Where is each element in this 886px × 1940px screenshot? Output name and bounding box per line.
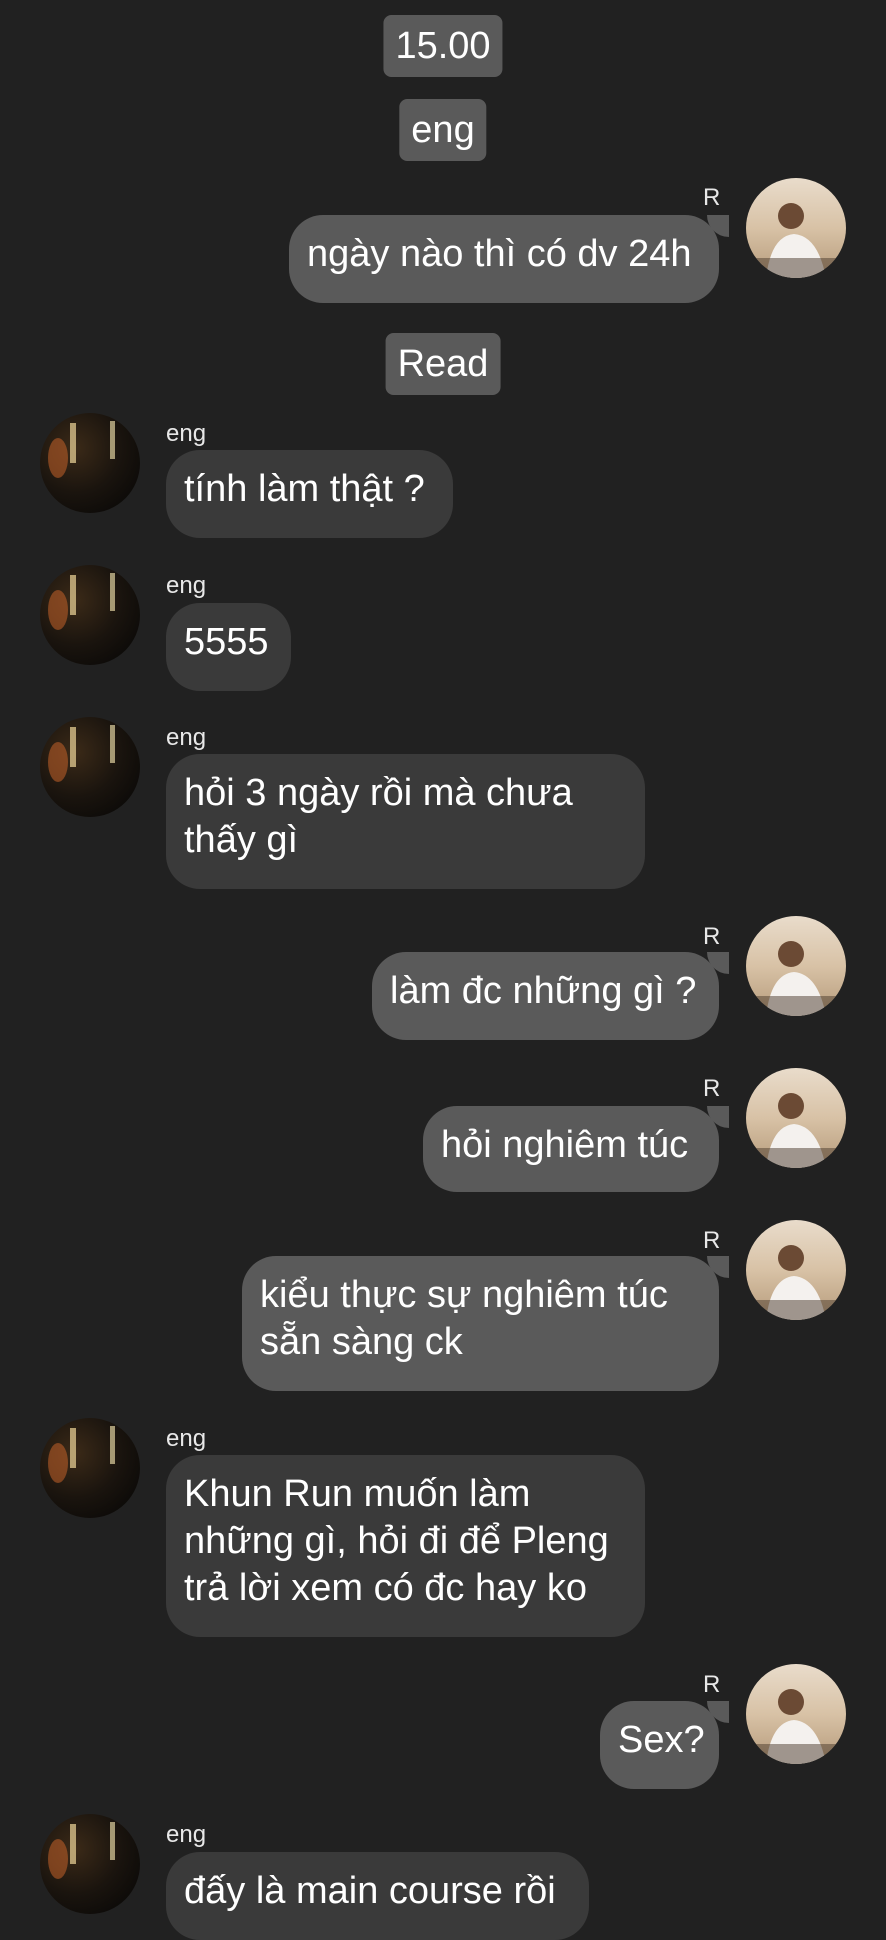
name-chip: eng	[399, 99, 487, 161]
message-text: Sex?	[618, 1719, 705, 1761]
person-avatar-icon	[746, 1068, 846, 1168]
sender-label: eng	[166, 1821, 207, 1848]
message-text-line: Khun Run muốn làm	[184, 1473, 531, 1515]
person-avatar-icon	[746, 1664, 846, 1764]
outgoing-avatar[interactable]	[746, 178, 846, 278]
person-avatar-icon	[746, 916, 846, 1016]
message-text-line: hỏi 3 ngày rồi mà chưa	[184, 772, 573, 814]
message-text: tính làm thật ?	[184, 468, 425, 510]
message-text: ngày nào thì có dv 24h	[307, 233, 692, 275]
outgoing-message-bubble[interactable]: Sex?	[600, 1701, 729, 1789]
chat-thread: 15.00 eng R ngày nào thì có dv 24h Read …	[0, 0, 886, 1940]
sender-label: R	[703, 1227, 721, 1254]
sender-label: eng	[166, 724, 207, 751]
sender-label: R	[703, 923, 721, 950]
outgoing-avatar[interactable]	[746, 1068, 846, 1168]
sender-label: eng	[166, 420, 207, 447]
sender-label: R	[703, 1075, 721, 1102]
message-text: hỏi nghiêm túc	[441, 1124, 689, 1166]
outgoing-message-bubble[interactable]: làm đc những gì ?	[372, 952, 729, 1040]
incoming-avatar[interactable]	[40, 565, 140, 665]
incoming-avatar[interactable]	[40, 1814, 140, 1914]
dark-photo-avatar-icon	[40, 1814, 140, 1914]
incoming-message-bubble[interactable]: Khun Run muốn làm những gì, hỏi đi để Pl…	[166, 1455, 645, 1637]
read-receipt: Read	[385, 333, 501, 395]
sender-label: R	[703, 1671, 721, 1698]
message-text: làm đc những gì ?	[390, 970, 697, 1012]
outgoing-avatar[interactable]	[746, 916, 846, 1016]
outgoing-message-bubble[interactable]: kiểu thực sự nghiêm túc sẵn sàng ck	[242, 1256, 729, 1391]
incoming-avatar[interactable]	[40, 717, 140, 817]
dark-photo-avatar-icon	[40, 565, 140, 665]
incoming-message-bubble[interactable]: 5555	[166, 603, 291, 691]
message-text: đấy là main course rồi	[184, 1870, 556, 1912]
person-avatar-icon	[746, 1220, 846, 1320]
message-text-line: những gì, hỏi đi để Pleng	[184, 1520, 609, 1562]
dark-photo-avatar-icon	[40, 413, 140, 513]
outgoing-avatar[interactable]	[746, 1220, 846, 1320]
time-chip: 15.00	[383, 15, 503, 77]
message-text: 5555	[184, 621, 269, 663]
person-avatar-icon	[746, 178, 846, 278]
message-text-line: trả lời xem có đc hay ko	[184, 1567, 587, 1609]
outgoing-message-bubble[interactable]: ngày nào thì có dv 24h	[289, 215, 729, 303]
dark-photo-avatar-icon	[40, 1418, 140, 1518]
incoming-message-bubble[interactable]: hỏi 3 ngày rồi mà chưa thấy gì	[166, 754, 645, 889]
incoming-avatar[interactable]	[40, 1418, 140, 1518]
dark-photo-avatar-icon	[40, 717, 140, 817]
outgoing-message-bubble[interactable]: hỏi nghiêm túc	[423, 1106, 729, 1192]
sender-label: eng	[166, 1425, 207, 1452]
sender-label: R	[703, 184, 721, 211]
incoming-message-bubble[interactable]: đấy là main course rồi	[166, 1852, 589, 1940]
sender-label: eng	[166, 572, 207, 599]
incoming-avatar[interactable]	[40, 413, 140, 513]
message-text-line: thấy gì	[184, 819, 299, 861]
message-text-line: kiểu thực sự nghiêm túc	[260, 1274, 668, 1316]
message-text-line: sẵn sàng ck	[260, 1321, 463, 1363]
outgoing-avatar[interactable]	[746, 1664, 846, 1764]
incoming-message-bubble[interactable]: tính làm thật ?	[166, 450, 453, 538]
